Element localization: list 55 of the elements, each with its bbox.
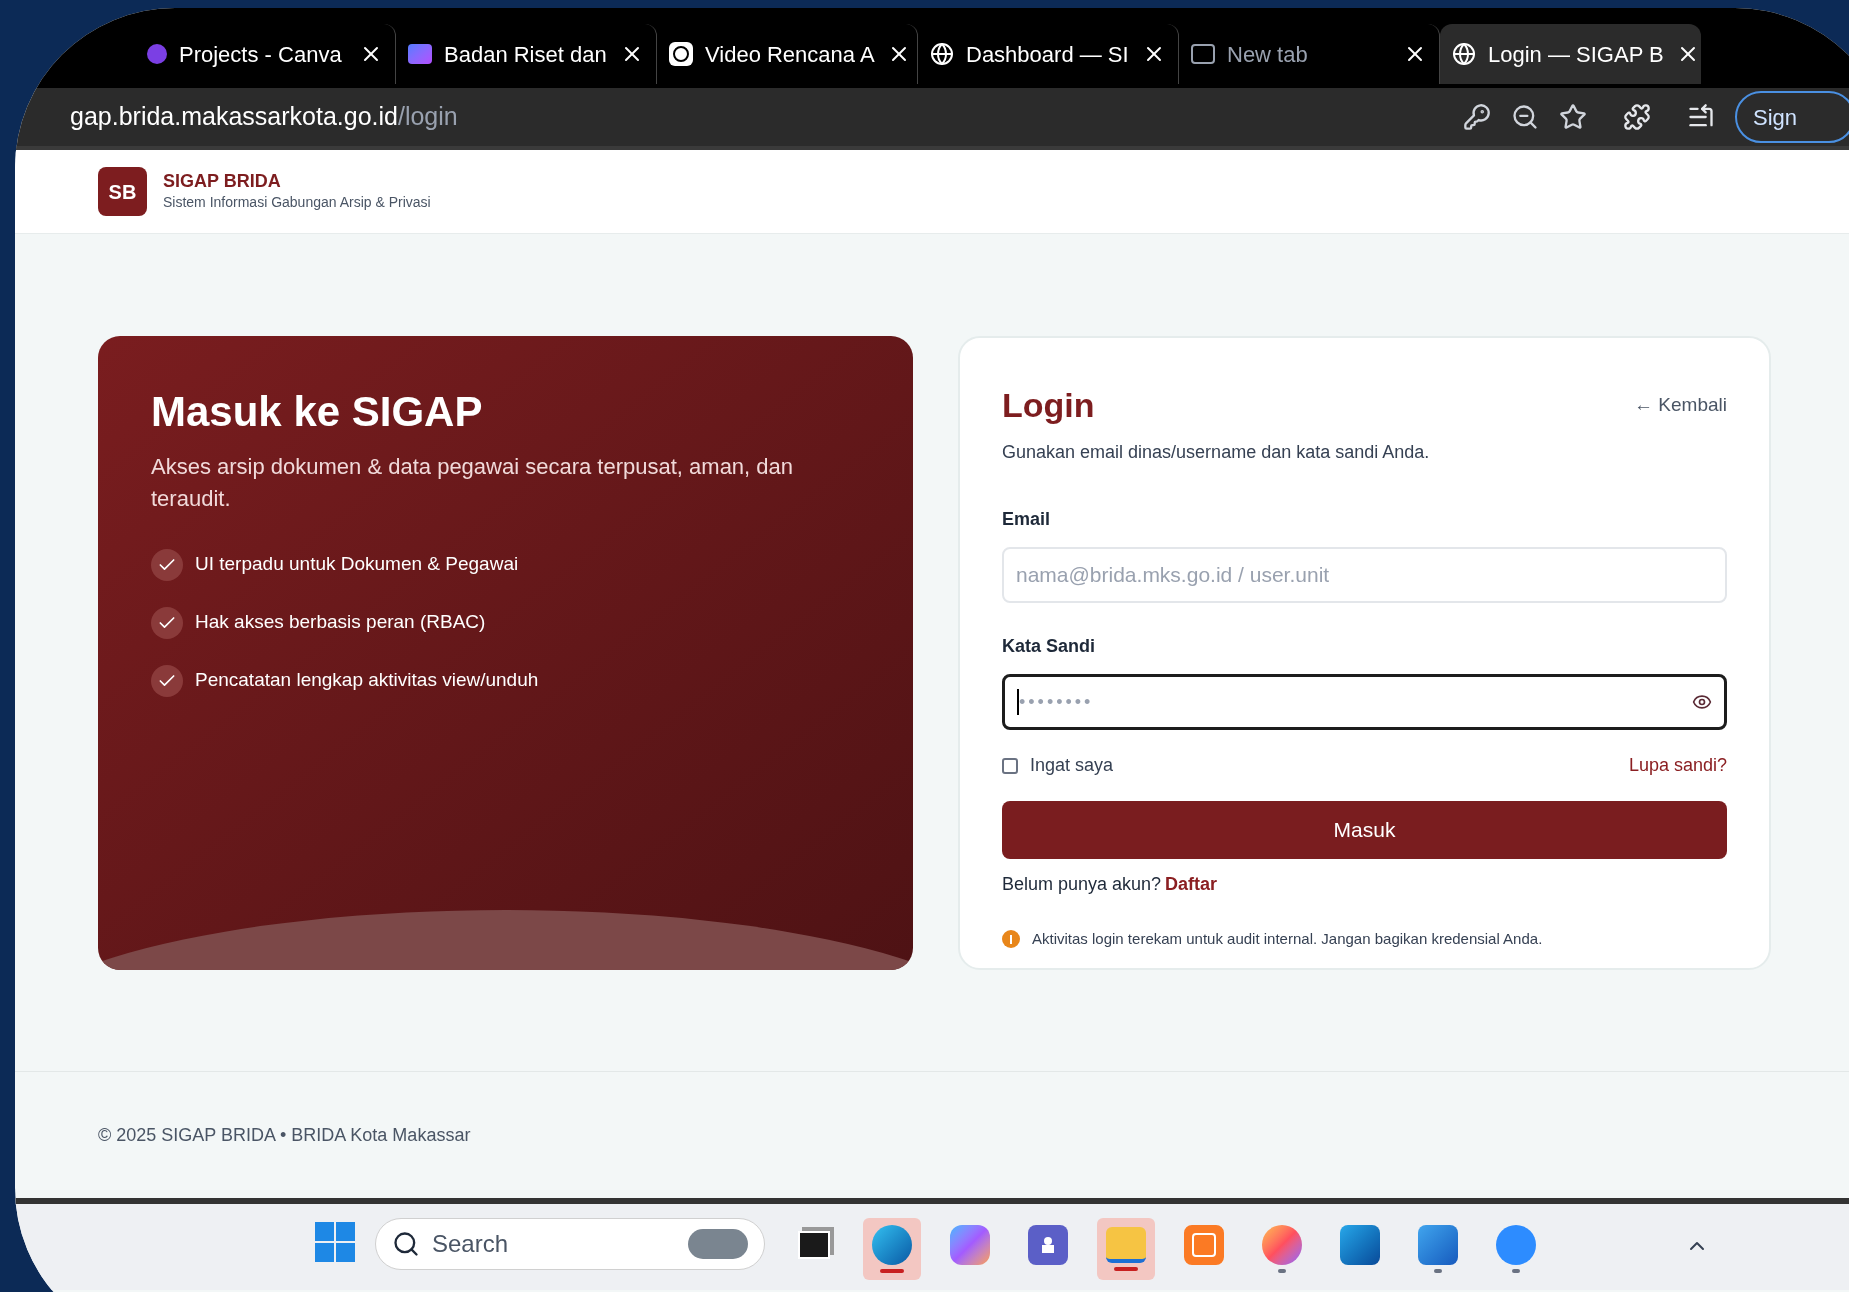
globe-icon <box>930 42 954 66</box>
password-label: Kata Sandi <box>1002 635 1097 658</box>
remember-label: Ingat saya <box>1030 754 1114 777</box>
hero-description: Akses arsip dokumen & data pegawai secara terpusat, aman, dan teraudit. <box>151 452 795 513</box>
people-logo-icon[interactable] <box>1028 1225 1068 1265</box>
new-tab-icon <box>1191 44 1215 64</box>
app-subtitle: Sistem Informasi Gabungan Arsip & Privasi <box>163 193 431 213</box>
feature-text: Hak akses berbasis peran (RBAC) <box>195 610 486 635</box>
search-text: Search <box>432 1229 510 1259</box>
feature-text: Pencatatan lengkap aktivitas view/unduh <box>195 668 539 693</box>
tab-title: Login — SIGAP B <box>1488 40 1664 69</box>
tab-title: Projects - Canva <box>179 40 343 69</box>
browser-tab[interactable]: Dashboard — SI <box>918 24 1179 84</box>
login-subtitle: Gunakan email dinas/username dan kata sandi Anda. <box>1002 441 1431 464</box>
search-icon <box>392 1230 420 1258</box>
url-text[interactable]: gap.brida.makassarkota.go.id/login <box>70 98 1443 136</box>
email-field[interactable]: nama@brida.mks.go.id / user.unit <box>1002 547 1727 603</box>
logo-badge: SB <box>98 167 147 216</box>
login-title: Login <box>1002 385 1095 426</box>
windows-logo-icon[interactable] <box>315 1222 355 1262</box>
search-field[interactable]: Search <box>375 1218 765 1270</box>
submit-button[interactable]: Masuk <box>1002 801 1727 859</box>
password-value: •••••••• <box>1019 690 1095 714</box>
browser-tab[interactable]: Badan Riset dan <box>396 24 657 84</box>
eye-icon[interactable] <box>1692 692 1712 712</box>
footer-text: © 2025 SIGAP BRIDA • BRIDA Kota Makassar <box>98 1123 471 1147</box>
forgot-password-link[interactable]: Lupa sandi? <box>1628 752 1727 779</box>
folder-icon[interactable] <box>1106 1227 1146 1263</box>
tab-title: Video Rencana A <box>705 40 875 69</box>
puzzle-icon[interactable] <box>1623 103 1651 131</box>
remember-checkbox[interactable] <box>1002 757 1018 774</box>
check-icon <box>151 664 183 697</box>
notice-text: Aktivitas login terekam untuk audit internal. Jangan bagikan kredensial Anda. <box>1032 929 1543 949</box>
register-prompt: Belum punya akun? <box>1002 873 1162 896</box>
tab-title: Badan Riset dan <box>444 40 608 69</box>
app-title: SIGAP BRIDA <box>163 169 282 193</box>
star-icon[interactable] <box>1559 103 1587 131</box>
check-icon <box>151 548 183 581</box>
sign-in-button[interactable]: Sign <box>1735 91 1849 143</box>
globe-icon <box>1452 42 1476 66</box>
back-link[interactable]: ← Kembali <box>1634 391 1727 420</box>
email-label: Email <box>1002 508 1052 531</box>
register-link[interactable]: Daftar <box>1165 871 1218 898</box>
circle-logo-icon <box>147 44 167 64</box>
tab-title: Dashboard — SI <box>966 40 1130 69</box>
zoom-out-icon[interactable] <box>1511 103 1539 131</box>
hero-title: Masuk ke SIGAP <box>151 387 484 437</box>
browser-tab[interactable]: Video Rencana A <box>657 24 918 84</box>
browser-tab[interactable]: Login — SIGAP B <box>1440 24 1701 84</box>
browser-tab[interactable]: Projects - Canva <box>135 24 396 84</box>
tab-title: New tab <box>1227 40 1309 69</box>
key-icon[interactable] <box>1463 103 1491 131</box>
warning-icon <box>1002 930 1020 949</box>
feature-text: UI terpadu untuk Dokumen & Pegawai <box>195 552 519 577</box>
check-icon <box>151 606 183 639</box>
